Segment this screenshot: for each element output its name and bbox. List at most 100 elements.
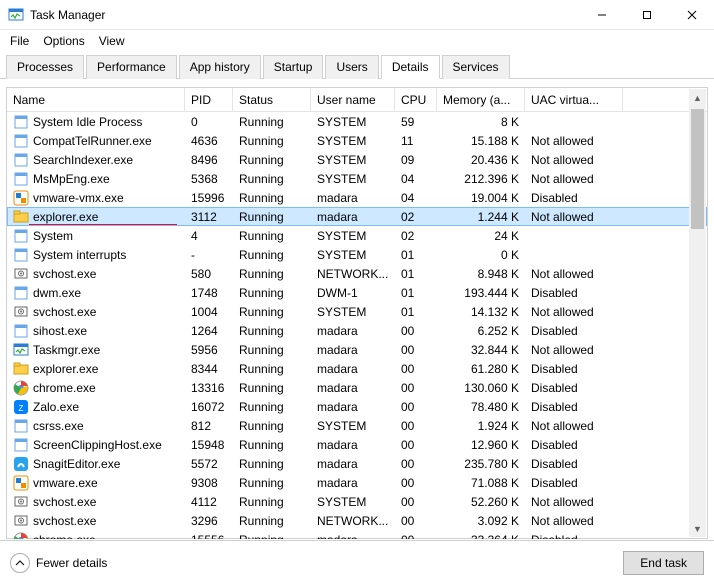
process-cpu: 00 (395, 419, 437, 433)
process-status: Running (233, 438, 311, 452)
table-row[interactable]: System Idle Process0RunningSYSTEM598 K (7, 112, 707, 131)
col-name[interactable]: Name (7, 88, 185, 111)
titlebar: Task Manager (0, 0, 714, 30)
tab-processes[interactable]: Processes (6, 55, 84, 79)
table-row[interactable]: ScreenClippingHost.exe15948Runningmadara… (7, 435, 707, 454)
process-name: System interrupts (33, 248, 126, 262)
end-task-button[interactable]: End task (623, 551, 704, 575)
process-user: SYSTEM (311, 134, 395, 148)
process-name: explorer.exe (33, 362, 98, 376)
table-row[interactable]: explorer.exe3112Runningmadara021.244 KNo… (7, 207, 707, 226)
process-cpu: 01 (395, 286, 437, 300)
table-row[interactable]: vmware.exe9308Runningmadara0071.088 KDis… (7, 473, 707, 492)
col-cpu[interactable]: CPU (395, 88, 437, 111)
table-row[interactable]: sihost.exe1264Runningmadara006.252 KDisa… (7, 321, 707, 340)
tab-services[interactable]: Services (442, 55, 510, 79)
scroll-down-icon[interactable]: ▼ (689, 520, 706, 537)
process-uac: Not allowed (525, 305, 623, 319)
process-user: SYSTEM (311, 153, 395, 167)
tab-users[interactable]: Users (325, 55, 378, 79)
process-status: Running (233, 495, 311, 509)
table-row[interactable]: svchost.exe580RunningNETWORK...018.948 K… (7, 264, 707, 283)
tab-startup[interactable]: Startup (263, 55, 324, 79)
maximize-button[interactable] (624, 0, 669, 30)
process-cpu: 00 (395, 381, 437, 395)
process-uac: Not allowed (525, 134, 623, 148)
table-row[interactable]: svchost.exe1004RunningSYSTEM0114.132 KNo… (7, 302, 707, 321)
process-memory: 235.780 K (437, 457, 525, 471)
process-name: ScreenClippingHost.exe (33, 438, 162, 452)
process-pid: 4 (185, 229, 233, 243)
scroll-up-icon[interactable]: ▲ (689, 89, 706, 106)
process-status: Running (233, 419, 311, 433)
col-user[interactable]: User name (311, 88, 395, 111)
table-row[interactable]: chrome.exe15556Runningmadara0033.364 KDi… (7, 530, 707, 539)
table-row[interactable]: ZZalo.exe16072Runningmadara0078.480 KDis… (7, 397, 707, 416)
process-memory: 3.092 K (437, 514, 525, 528)
col-status[interactable]: Status (233, 88, 311, 111)
process-name: sihost.exe (33, 324, 87, 338)
table-row[interactable]: System interrupts-RunningSYSTEM010 K (7, 245, 707, 264)
process-pid: 8496 (185, 153, 233, 167)
table-row[interactable]: chrome.exe13316Runningmadara00130.060 KD… (7, 378, 707, 397)
scroll-thumb[interactable] (691, 109, 704, 229)
process-user: madara (311, 210, 395, 224)
table-row[interactable]: SearchIndexer.exe8496RunningSYSTEM0920.4… (7, 150, 707, 169)
process-name: SnagitEditor.exe (33, 457, 120, 471)
table-row[interactable]: vmware-vmx.exe15996Runningmadara0419.004… (7, 188, 707, 207)
process-status: Running (233, 191, 311, 205)
process-user: SYSTEM (311, 115, 395, 129)
details-table: Name PID Status User name CPU Memory (a.… (0, 79, 714, 545)
process-user: madara (311, 457, 395, 471)
process-icon (13, 494, 29, 510)
process-name: Taskmgr.exe (33, 343, 100, 357)
process-pid: 812 (185, 419, 233, 433)
process-icon (13, 475, 29, 491)
close-button[interactable] (669, 0, 714, 30)
scrollbar[interactable]: ▲ ▼ (689, 89, 706, 537)
process-icon (13, 209, 29, 225)
table-row[interactable]: MsMpEng.exe5368RunningSYSTEM04212.396 KN… (7, 169, 707, 188)
table-row[interactable]: svchost.exe4112RunningSYSTEM0052.260 KNo… (7, 492, 707, 511)
process-name: chrome.exe (33, 381, 96, 395)
process-icon (13, 437, 29, 453)
tab-performance[interactable]: Performance (86, 55, 177, 79)
process-name: vmware.exe (33, 476, 98, 490)
fewer-details-button[interactable]: Fewer details (10, 553, 107, 573)
table-row[interactable]: System4RunningSYSTEM0224 K (7, 226, 707, 245)
process-status: Running (233, 457, 311, 471)
table-header: Name PID Status User name CPU Memory (a.… (7, 88, 707, 112)
table-row[interactable]: Taskmgr.exe5956Runningmadara0032.844 KNo… (7, 340, 707, 359)
process-cpu: 00 (395, 343, 437, 357)
process-cpu: 00 (395, 362, 437, 376)
process-user: madara (311, 476, 395, 490)
table-row[interactable]: explorer.exe8344Runningmadara0061.280 KD… (7, 359, 707, 378)
footer: Fewer details End task (0, 540, 714, 584)
table-row[interactable]: SnagitEditor.exe5572Runningmadara00235.7… (7, 454, 707, 473)
process-memory: 1.924 K (437, 419, 525, 433)
process-status: Running (233, 381, 311, 395)
process-icon (13, 418, 29, 434)
menu-file[interactable]: File (10, 34, 29, 48)
menu-options[interactable]: Options (43, 34, 84, 48)
table-row[interactable]: svchost.exe3296RunningNETWORK...003.092 … (7, 511, 707, 530)
table-row[interactable]: csrss.exe812RunningSYSTEM001.924 KNot al… (7, 416, 707, 435)
minimize-button[interactable] (579, 0, 624, 30)
process-icon (13, 304, 29, 320)
col-memory[interactable]: Memory (a... (437, 88, 525, 111)
process-pid: 15948 (185, 438, 233, 452)
process-cpu: 00 (395, 457, 437, 471)
process-status: Running (233, 343, 311, 357)
tab-details[interactable]: Details (381, 55, 440, 79)
menu-view[interactable]: View (99, 34, 125, 48)
table-row[interactable]: CompatTelRunner.exe4636RunningSYSTEM1115… (7, 131, 707, 150)
tab-app-history[interactable]: App history (179, 55, 261, 79)
process-name: SearchIndexer.exe (33, 153, 133, 167)
process-uac: Not allowed (525, 514, 623, 528)
table-row[interactable]: dwm.exe1748RunningDWM-101193.444 KDisabl… (7, 283, 707, 302)
process-pid: 15996 (185, 191, 233, 205)
col-uac[interactable]: UAC virtua... (525, 88, 623, 111)
process-uac: Disabled (525, 362, 623, 376)
process-status: Running (233, 514, 311, 528)
col-pid[interactable]: PID (185, 88, 233, 111)
